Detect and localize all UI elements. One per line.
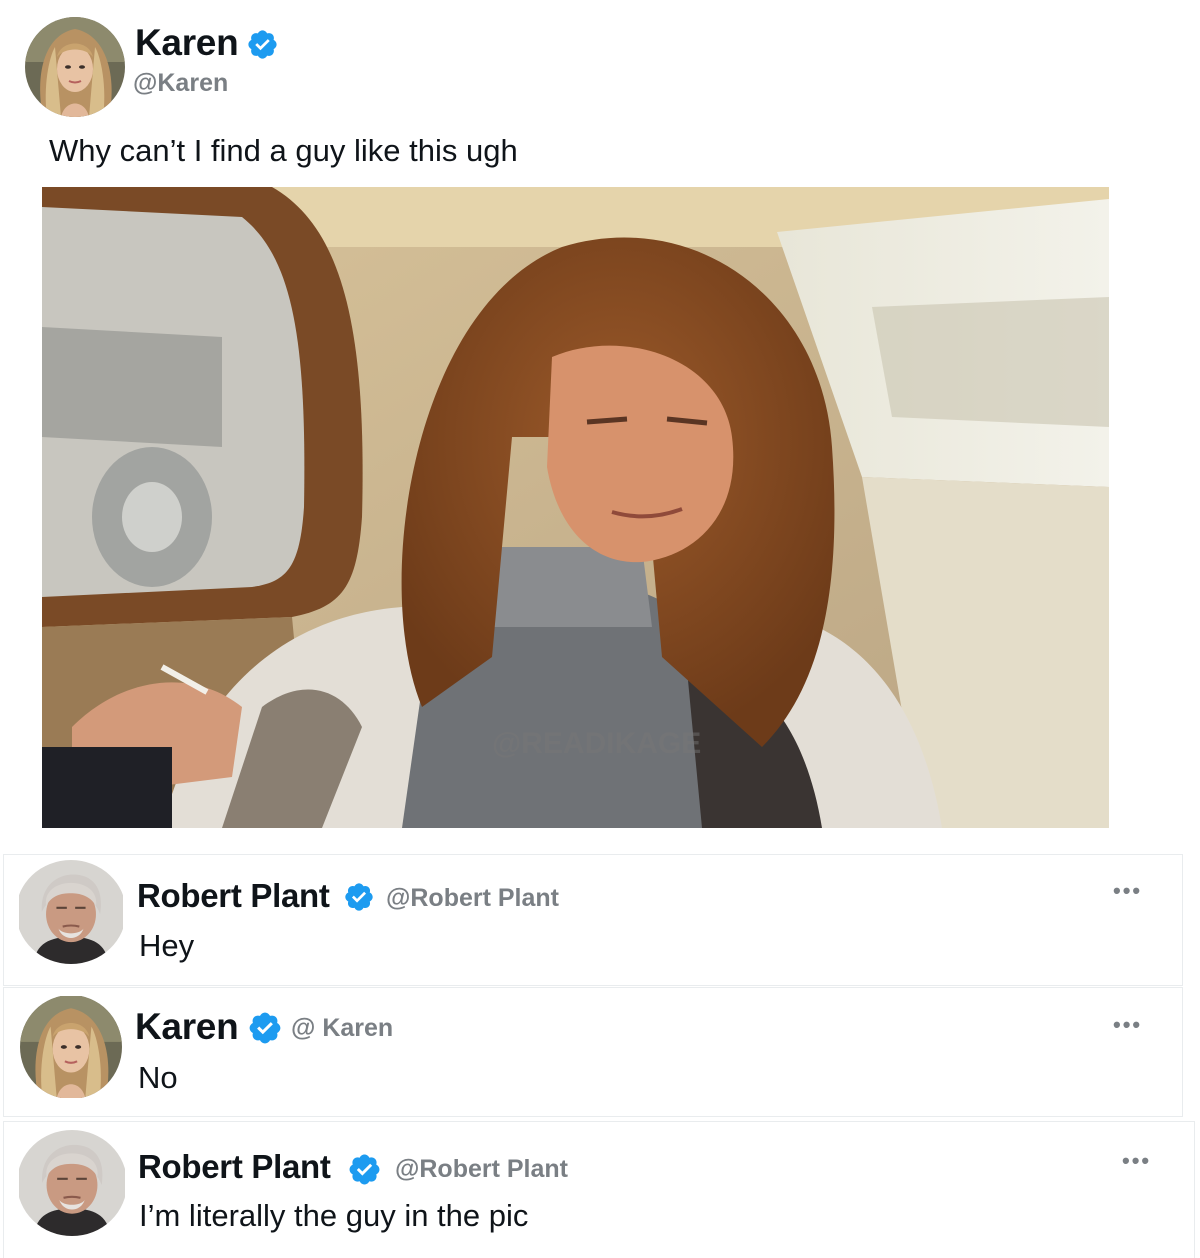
robert-plant-avatar-image — [17, 1130, 127, 1236]
more-options-icon[interactable]: ••• — [1122, 1148, 1151, 1174]
karen-avatar-image — [25, 17, 125, 117]
robert-plant-avatar-image — [16, 860, 126, 964]
reply-author-handle[interactable]: @Robert Plant — [395, 1155, 568, 1184]
reply-author-handle[interactable]: @Robert Plant — [386, 884, 559, 913]
reply-author-name[interactable]: Karen — [135, 1006, 239, 1048]
reply-card[interactable] — [4, 855, 1182, 985]
reply-author-name[interactable]: Robert Plant — [137, 877, 330, 915]
verified-badge-icon — [246, 28, 279, 61]
tweet-photo[interactable]: @READIKAGE — [42, 187, 1109, 828]
avatar[interactable] — [17, 1130, 127, 1236]
verified-badge-icon — [343, 881, 375, 913]
more-options-icon[interactable]: ••• — [1113, 1012, 1142, 1038]
reply-author-handle[interactable]: @ Karen — [291, 1014, 393, 1043]
avatar[interactable] — [20, 995, 122, 1099]
karen-avatar-image — [20, 995, 122, 1099]
tweet-author-handle[interactable]: @Karen — [133, 69, 228, 98]
more-options-icon[interactable]: ••• — [1113, 878, 1142, 904]
tweet-text: Why can’t I find a guy like this ugh — [49, 133, 518, 168]
reply-card[interactable] — [4, 1122, 1194, 1258]
avatar[interactable] — [25, 17, 125, 117]
photo-watermark: @READIKAGE — [492, 727, 702, 760]
reply-text: I’m literally the guy in the pic — [139, 1198, 529, 1233]
verified-badge-icon — [247, 1010, 283, 1046]
avatar[interactable] — [16, 860, 126, 964]
verified-badge-icon — [347, 1152, 382, 1187]
tweet-author-name[interactable]: Karen — [135, 22, 239, 64]
reply-author-name[interactable]: Robert Plant — [138, 1148, 331, 1186]
reply-text: No — [138, 1060, 178, 1095]
reply-text: Hey — [139, 928, 195, 963]
